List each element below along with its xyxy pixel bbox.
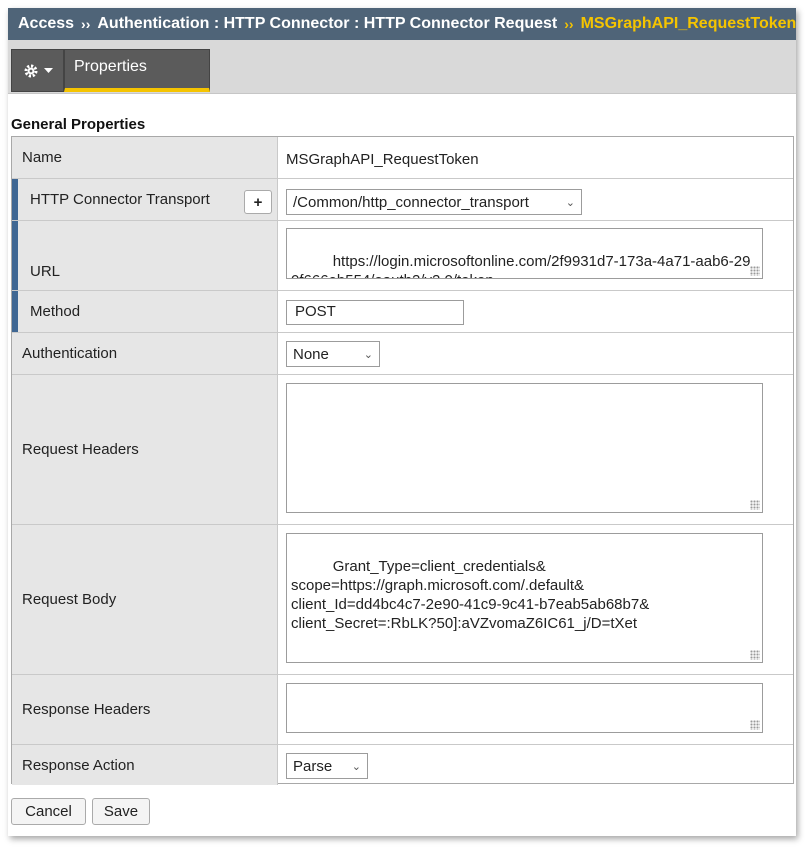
response-headers-label: Response Headers	[12, 675, 278, 744]
tab-properties[interactable]: Properties	[64, 49, 210, 92]
transport-select-value: /Common/http_connector_transport	[293, 193, 529, 211]
url-label: URL	[12, 221, 278, 290]
request-body-label: Request Body	[12, 525, 278, 674]
authentication-select[interactable]: None ⌄	[286, 341, 380, 367]
chevron-down-icon: ⌄	[351, 760, 361, 773]
row-name: Name MSGraphAPI_RequestToken	[12, 137, 793, 179]
resize-grip-icon[interactable]	[750, 500, 760, 510]
breadcrumb: Access ›› Authentication : HTTP Connecto…	[8, 8, 796, 40]
row-request-body: Request Body Grant_Type=client_credentia…	[12, 525, 793, 675]
properties-table: Name MSGraphAPI_RequestToken HTTP Connec…	[11, 136, 794, 785]
name-label: Name	[12, 137, 278, 178]
response-action-label: Response Action	[12, 745, 278, 785]
transport-label-text: HTTP Connector Transport	[30, 191, 210, 208]
row-url: URL https://login.microsoftonline.com/2f…	[12, 221, 793, 291]
breadcrumb-http-connector-request[interactable]: Authentication : HTTP Connector : HTTP C…	[97, 15, 557, 33]
row-transport: HTTP Connector Transport + /Common/http_…	[12, 179, 793, 221]
gear-icon	[23, 63, 39, 79]
row-method: Method POST	[12, 291, 793, 333]
resize-grip-icon[interactable]	[750, 266, 760, 276]
row-response-action: Response Action Parse ⌄	[12, 745, 793, 785]
breadcrumb-access[interactable]: Access	[18, 15, 74, 33]
method-input[interactable]: POST	[286, 300, 464, 325]
breadcrumb-separator: ››	[81, 16, 91, 32]
authentication-label: Authentication	[12, 333, 278, 374]
request-headers-label: Request Headers	[12, 375, 278, 524]
transport-label: HTTP Connector Transport	[12, 179, 278, 220]
cancel-button[interactable]: Cancel	[11, 798, 86, 825]
breadcrumb-current: MSGraphAPI_RequestToken	[580, 15, 796, 32]
transport-select[interactable]: /Common/http_connector_transport ⌄	[286, 189, 582, 215]
add-transport-button[interactable]: +	[244, 190, 272, 214]
authentication-select-value: None	[293, 345, 329, 363]
row-response-headers: Response Headers	[12, 675, 793, 745]
request-headers-field[interactable]	[286, 383, 763, 513]
breadcrumb-separator: ››	[564, 16, 574, 32]
tab-bar: Properties	[8, 40, 796, 94]
response-action-select[interactable]: Parse ⌄	[286, 753, 368, 779]
url-field[interactable]: https://login.microsoftonline.com/2f9931…	[286, 228, 763, 279]
resize-grip-icon[interactable]	[750, 650, 760, 660]
section-title: General Properties	[11, 116, 146, 133]
url-label-text: URL	[30, 263, 61, 280]
request-body-field[interactable]: Grant_Type=client_credentials& scope=htt…	[286, 533, 763, 663]
method-label-text: Method	[30, 303, 81, 320]
chevron-down-icon: ⌄	[565, 196, 575, 209]
properties-window: Access ›› Authentication : HTTP Connecto…	[8, 8, 796, 836]
response-headers-field[interactable]	[286, 683, 763, 733]
save-button[interactable]: Save	[92, 798, 150, 825]
url-field-value: https://login.microsoftonline.com/2f9931…	[291, 253, 751, 278]
settings-menu-button[interactable]	[11, 49, 64, 92]
chevron-down-icon: ⌄	[363, 348, 373, 361]
chevron-down-icon	[43, 67, 53, 74]
method-label: Method	[12, 291, 278, 332]
row-authentication: Authentication None ⌄	[12, 333, 793, 375]
resize-grip-icon[interactable]	[750, 720, 760, 730]
row-request-headers: Request Headers	[12, 375, 793, 525]
request-body-value: Grant_Type=client_credentials& scope=htt…	[291, 558, 650, 632]
response-action-select-value: Parse	[293, 757, 333, 775]
name-value: MSGraphAPI_RequestToken	[286, 151, 479, 168]
